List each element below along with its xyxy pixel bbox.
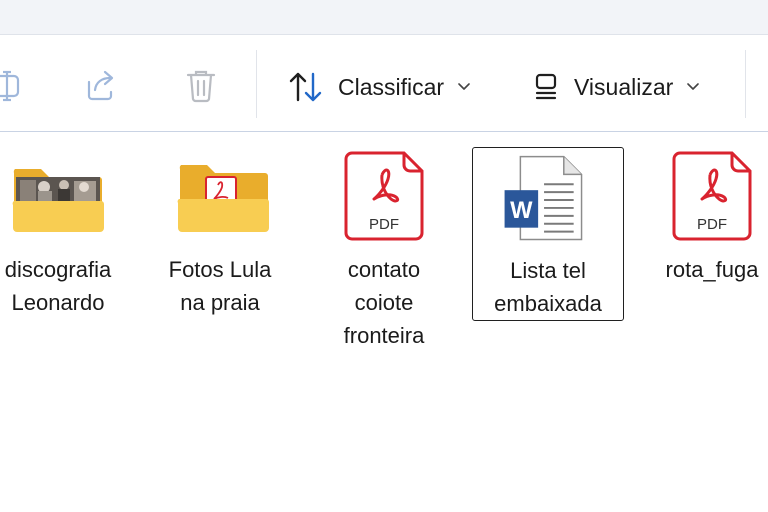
file-item[interactable]: PDF rota_fuga bbox=[636, 147, 768, 321]
toolbar-separator bbox=[256, 50, 257, 118]
file-name: contato coiote fronteira bbox=[343, 257, 425, 348]
pdf-icon: PDF bbox=[344, 151, 424, 241]
file-name: Fotos Lula na praia bbox=[168, 257, 272, 315]
view-icon bbox=[535, 73, 557, 100]
title-bar bbox=[0, 0, 768, 35]
file-name: rota_fuga bbox=[665, 257, 759, 282]
file-item[interactable]: Fotos Lula na praia bbox=[144, 147, 296, 321]
svg-text:W: W bbox=[510, 198, 533, 224]
sort-button[interactable]: Classificar bbox=[288, 66, 470, 108]
sort-icon bbox=[289, 72, 322, 102]
file-name: discografia Leonardo bbox=[4, 257, 112, 315]
svg-text:PDF: PDF bbox=[369, 216, 399, 233]
file-item[interactable]: PDF contato coiote fronteira bbox=[308, 147, 460, 348]
share-icon[interactable] bbox=[84, 68, 118, 102]
pdf-icon: PDF bbox=[672, 151, 752, 241]
sort-label: Classificar bbox=[338, 73, 445, 100]
view-label: Visualizar bbox=[574, 73, 674, 100]
folder-icon bbox=[177, 165, 269, 232]
file-item[interactable]: discografia Leonardo bbox=[0, 147, 134, 321]
folder-icon bbox=[12, 169, 105, 232]
chevron-down-icon bbox=[687, 83, 700, 90]
trash-icon[interactable] bbox=[185, 68, 217, 104]
chevron-down-icon bbox=[458, 83, 470, 90]
view-button[interactable]: Visualizar bbox=[534, 66, 700, 108]
svg-text:PDF: PDF bbox=[697, 216, 727, 233]
rename-icon[interactable] bbox=[0, 68, 24, 104]
file-item[interactable]: W Lista tel embaixada bbox=[472, 147, 624, 321]
file-name: Lista tel embaixada bbox=[494, 258, 602, 316]
toolbar-separator bbox=[745, 50, 746, 118]
word-document-icon: W bbox=[504, 155, 583, 241]
